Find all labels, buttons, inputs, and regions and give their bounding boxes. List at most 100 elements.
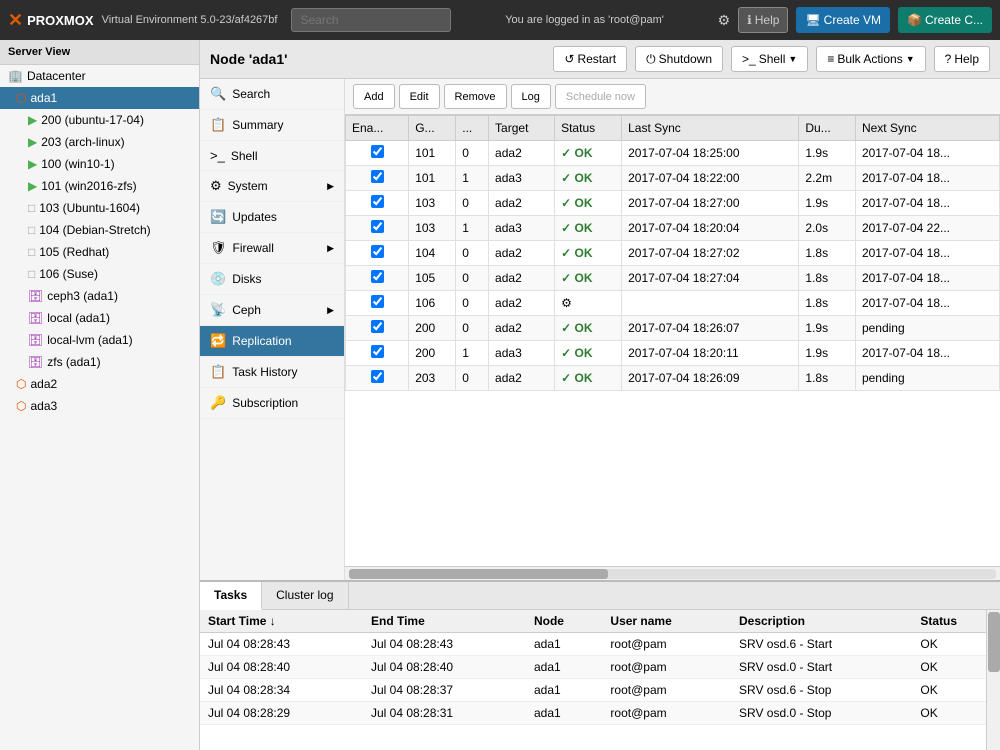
col-header[interactable]: Next Sync <box>855 116 999 141</box>
table-row[interactable]: 2030ada2✓ OK2017-07-04 18:26:091.8spendi… <box>346 366 1000 391</box>
enabled-checkbox[interactable] <box>371 370 384 383</box>
sidebar-item-ada2[interactable]: ⬡ada2 <box>0 373 199 395</box>
log-button[interactable]: Log <box>511 84 551 109</box>
enabled-checkbox[interactable] <box>371 145 384 158</box>
table-row[interactable]: 1011ada3✓ OK2017-07-04 18:22:002.2m2017-… <box>346 166 1000 191</box>
table-row[interactable]: 2000ada2✓ OK2017-07-04 18:26:071.9spendi… <box>346 316 1000 341</box>
duration-cell: 2.2m <box>799 166 856 191</box>
description-cell: SRV osd.6 - Start <box>731 633 912 656</box>
col-header[interactable]: Status <box>555 116 622 141</box>
status-cell: ✓ OK <box>555 216 622 241</box>
enabled-checkbox[interactable] <box>371 245 384 258</box>
nav-item-firewall[interactable]: 🛡Firewall▶ <box>200 233 344 264</box>
shutdown-button[interactable]: ⏻ Shutdown <box>635 46 723 72</box>
table-row[interactable]: 1060ada2⚙1.8s2017-07-04 18... <box>346 291 1000 316</box>
duration-cell: 1.9s <box>799 341 856 366</box>
sidebar-item-203--arch-linux-[interactable]: ▶203 (arch-linux) <box>0 131 199 153</box>
col-header[interactable]: G... <box>409 116 456 141</box>
task-row[interactable]: Jul 04 08:28:34Jul 04 08:28:37ada1root@p… <box>200 679 1000 702</box>
enabled-checkbox[interactable] <box>371 320 384 333</box>
enabled-cell <box>346 141 409 166</box>
node-help-icon: ? <box>945 52 952 66</box>
nav-item-system[interactable]: ⚙System▶ <box>200 171 344 202</box>
bulk-actions-button[interactable]: ≡ Bulk Actions ▼ <box>816 46 925 72</box>
enabled-checkbox[interactable] <box>371 345 384 358</box>
nav-item-replication[interactable]: 🔁Replication <box>200 326 344 357</box>
tasks-col-header[interactable]: Node <box>526 610 602 633</box>
nav-item-search[interactable]: 🔍Search <box>200 79 344 110</box>
tasks-col-header[interactable]: Start Time ↓ <box>200 610 363 633</box>
edit-button[interactable]: Edit <box>399 84 440 109</box>
sidebar-item-101--win2016-zfs-[interactable]: ▶101 (win2016-zfs) <box>0 175 199 197</box>
sidebar-item-local--ada1-[interactable]: 🗄local (ada1) <box>0 307 199 329</box>
sidebar-item-104--debian-stretch-[interactable]: □104 (Debian-Stretch) <box>0 219 199 241</box>
description-cell: SRV osd.0 - Start <box>731 656 912 679</box>
sidebar-item-ceph3--ada1-[interactable]: 🗄ceph3 (ada1) <box>0 285 199 307</box>
col-header[interactable]: Ena... <box>346 116 409 141</box>
nav-item-ceph[interactable]: 📡Ceph▶ <box>200 295 344 326</box>
task-row[interactable]: Jul 04 08:28:43Jul 04 08:28:43ada1root@p… <box>200 633 1000 656</box>
node-help-button[interactable]: ? Help <box>934 46 990 72</box>
task-row[interactable]: Jul 04 08:28:40Jul 04 08:28:40ada1root@p… <box>200 656 1000 679</box>
sidebar-item-103--ubuntu-1604-[interactable]: □103 (Ubuntu-1604) <box>0 197 199 219</box>
tab-tasks[interactable]: Tasks <box>200 582 262 610</box>
sidebar-item-200--ubuntu-17-04-[interactable]: ▶200 (ubuntu-17-04) <box>0 109 199 131</box>
col-header[interactable]: Du... <box>799 116 856 141</box>
sidebar-item-local-lvm--ada1-[interactable]: 🗄local-lvm (ada1) <box>0 329 199 351</box>
num-cell: 0 <box>456 191 489 216</box>
sidebar-item-ada3[interactable]: ⬡ada3 <box>0 395 199 417</box>
col-header[interactable]: Last Sync <box>622 116 799 141</box>
sidebar-item-100--win10-1-[interactable]: ▶100 (win10-1) <box>0 153 199 175</box>
sidebar-item-datacenter[interactable]: 🏢Datacenter <box>0 65 199 87</box>
tab-cluster-log[interactable]: Cluster log <box>262 582 348 609</box>
table-row[interactable]: 1010ada2✓ OK2017-07-04 18:25:001.9s2017-… <box>346 141 1000 166</box>
tasks-col-header[interactable]: End Time <box>363 610 526 633</box>
nav-item-disks[interactable]: 💿Disks <box>200 264 344 295</box>
settings-icon[interactable]: ⚙ <box>718 12 731 29</box>
restart-button[interactable]: ↺ Restart <box>553 46 627 72</box>
nav-icon: 📋 <box>210 117 226 133</box>
sidebar-item-106--suse-[interactable]: □106 (Suse) <box>0 263 199 285</box>
table-row[interactable]: 2001ada3✓ OK2017-07-04 18:20:111.9s2017-… <box>346 341 1000 366</box>
create-vm-button[interactable]: 🖥 Create VM <box>796 7 890 33</box>
bulk-chevron-icon: ▼ <box>906 54 915 64</box>
logo-text: PROXMOX <box>27 13 93 28</box>
horizontal-scrollbar[interactable] <box>345 566 1000 580</box>
enabled-checkbox[interactable] <box>371 270 384 283</box>
sidebar-item-105--redhat-[interactable]: □105 (Redhat) <box>0 241 199 263</box>
enabled-checkbox[interactable] <box>371 170 384 183</box>
table-row[interactable]: 1050ada2✓ OK2017-07-04 18:27:041.8s2017-… <box>346 266 1000 291</box>
table-row[interactable]: 1031ada3✓ OK2017-07-04 18:20:042.0s2017-… <box>346 216 1000 241</box>
tasks-col-header[interactable]: Description <box>731 610 912 633</box>
sidebar-item-label: 100 (win10-1) <box>41 157 114 171</box>
schedule-now-button[interactable]: Schedule now <box>555 84 646 109</box>
task-row[interactable]: Jul 04 08:28:29Jul 04 08:28:31ada1root@p… <box>200 702 1000 725</box>
chevron-right-icon: ▶ <box>327 305 334 316</box>
col-header[interactable]: ... <box>456 116 489 141</box>
enabled-checkbox[interactable] <box>371 220 384 233</box>
user-info: You are logged in as 'root@pam' <box>459 14 709 26</box>
sidebar-item-zfs--ada1-[interactable]: 🗄zfs (ada1) <box>0 351 199 373</box>
nav-item-updates[interactable]: 🔄Updates <box>200 202 344 233</box>
nav-item-task-history[interactable]: 📋Task History <box>200 357 344 388</box>
col-header[interactable]: Target <box>489 116 555 141</box>
search-input[interactable] <box>291 8 451 32</box>
create-c-button[interactable]: 📦 Create C... <box>898 7 992 33</box>
remove-button[interactable]: Remove <box>444 84 507 109</box>
table-row[interactable]: 1040ada2✓ OK2017-07-04 18:27:021.8s2017-… <box>346 241 1000 266</box>
add-button[interactable]: Add <box>353 84 395 109</box>
shell-button[interactable]: >_ Shell ▼ <box>731 46 808 72</box>
nav-icon: 🔑 <box>210 395 226 411</box>
nav-item-subscription[interactable]: 🔑Subscription <box>200 388 344 419</box>
nav-item-shell[interactable]: >_Shell <box>200 141 344 171</box>
nav-item-label: Disks <box>232 272 261 286</box>
enabled-checkbox[interactable] <box>371 195 384 208</box>
help-button[interactable]: ℹ Help <box>738 7 788 33</box>
tasks-col-header[interactable]: User name <box>602 610 731 633</box>
table-row[interactable]: 1030ada2✓ OK2017-07-04 18:27:001.9s2017-… <box>346 191 1000 216</box>
sidebar-item-ada1[interactable]: ⬡ada1 <box>0 87 199 109</box>
nav-item-summary[interactable]: 📋Summary <box>200 110 344 141</box>
vertical-scrollbar[interactable] <box>986 610 1000 750</box>
enabled-checkbox[interactable] <box>371 295 384 308</box>
create-vm-icon: 🖥 <box>805 13 820 27</box>
